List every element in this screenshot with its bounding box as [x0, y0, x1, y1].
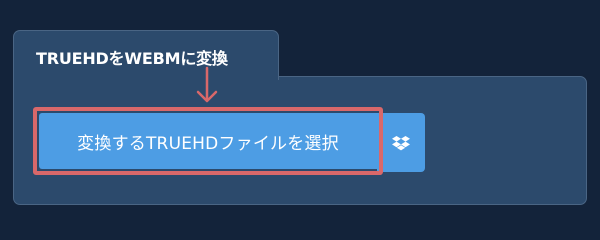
dropbox-icon — [392, 135, 410, 150]
dropbox-button[interactable] — [377, 113, 425, 172]
down-arrow-icon — [196, 66, 218, 103]
converter-tab: TRUEHDをWEBMに変換 — [13, 30, 279, 80]
converter-widget: TRUEHDをWEBMに変換 変換するTRUEHDファイルを選択 — [0, 0, 600, 230]
highlight-frame — [33, 107, 383, 175]
tab-panel-seam — [14, 74, 278, 78]
